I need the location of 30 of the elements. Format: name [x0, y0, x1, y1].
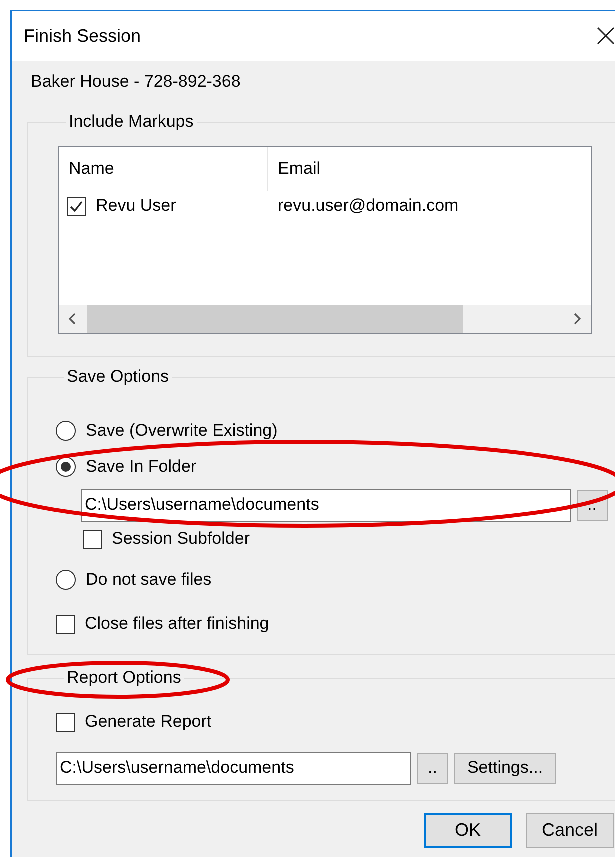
user-email: revu.user@domain.com [278, 196, 459, 216]
radio-button[interactable] [56, 570, 76, 590]
column-header[interactable]: Email [268, 147, 321, 191]
user-name: Revu User [96, 196, 176, 216]
group-label: Save Options [66, 367, 170, 387]
column-header[interactable]: Name [59, 147, 268, 191]
path-field[interactable]: C:\Users\username\documents [56, 752, 411, 784]
close-icon[interactable] [597, 27, 615, 45]
path-field[interactable]: C:\Users\username\documents [81, 488, 571, 522]
radio-label: Do not save files [86, 570, 212, 590]
checkbox[interactable] [56, 614, 75, 634]
radio-label: Save In Folder [86, 457, 197, 477]
radio-button[interactable] [56, 457, 76, 477]
radio-label: Save (Overwrite Existing) [86, 421, 278, 441]
checkbox[interactable] [67, 196, 86, 216]
ok-button[interactable]: OK [424, 813, 512, 848]
browse-button[interactable]: .. [417, 752, 448, 784]
cancel-button[interactable]: Cancel [526, 813, 614, 848]
checkbox-label: Session Subfolder [112, 529, 250, 549]
group-label: Include Markups [68, 112, 195, 132]
scroll-thumb[interactable] [87, 305, 463, 333]
checkbox-label: Generate Report [85, 712, 212, 732]
checkbox[interactable] [56, 712, 75, 732]
checkbox-label: Close files after finishing [85, 614, 270, 634]
window-title: Finish Session [24, 26, 142, 46]
checkbox[interactable] [83, 530, 102, 548]
group-label: Report Options [66, 668, 182, 688]
radio-button[interactable] [56, 421, 76, 441]
project-title: Baker House - 728-892-368 [31, 72, 241, 92]
settings-button[interactable]: Settings... [454, 752, 556, 784]
